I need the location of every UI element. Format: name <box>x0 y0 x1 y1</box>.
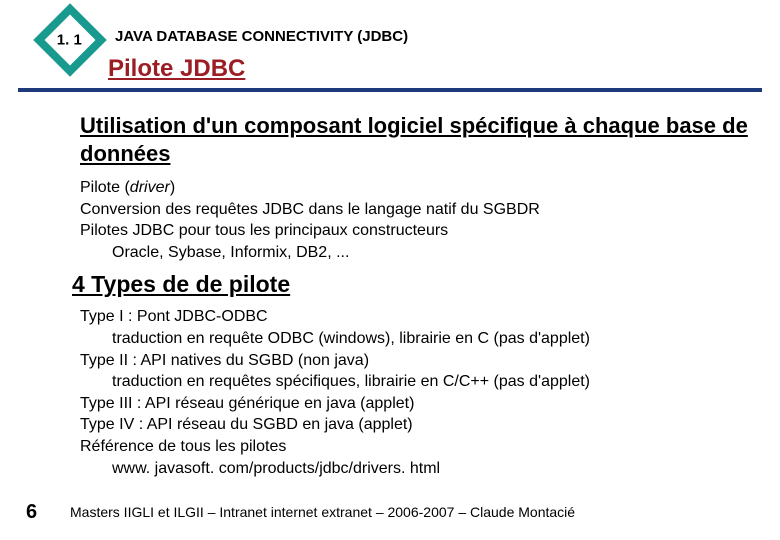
page-number: 6 <box>26 501 37 524</box>
slide-header: 1. 1 JAVA DATABASE CONNECTIVITY (JDBC) P… <box>0 0 780 90</box>
line-type2: Type II : API natives du SGBD (non java) <box>80 350 750 372</box>
txt: Pilote ( <box>80 179 130 196</box>
line-type3: Type III : API réseau générique en java … <box>80 393 750 415</box>
line-reference-url: www. javasoft. com/products/jdbc/drivers… <box>80 458 750 480</box>
section-number: 1. 1 <box>57 32 82 49</box>
line-reference: Référence de tous les pilotes <box>80 436 750 458</box>
header-rule <box>18 88 762 92</box>
line-conversion: Conversion des requêtes JDBC dans le lan… <box>80 199 750 221</box>
slide-title: Pilote JDBC <box>108 55 245 83</box>
footer-text: Masters IIGLI et ILGII – Intranet intern… <box>70 504 575 520</box>
line-vendor-list: Oracle, Sybase, Informix, DB2, ... <box>80 242 750 264</box>
line-type2-desc: traduction en requêtes spécifiques, libr… <box>80 371 750 393</box>
slide-footer: 6 Masters IIGLI et ILGII – Intranet inte… <box>0 500 780 528</box>
line-type4: Type IV : API réseau du SGBD en java (ap… <box>80 414 750 436</box>
line-driver: Pilote (driver) <box>80 177 750 199</box>
line-vendors: Pilotes JDBC pour tous les principaux co… <box>80 220 750 242</box>
txt-italic: driver <box>130 179 170 196</box>
heading-usage: Utilisation d'un composant logiciel spéc… <box>80 112 750 167</box>
heading-types: 4 Types de de pilote <box>72 271 750 298</box>
chapter-title: JAVA DATABASE CONNECTIVITY (JDBC) <box>115 28 408 45</box>
line-type1-desc: traduction en requête ODBC (windows), li… <box>80 328 750 350</box>
slide-content: Utilisation d'un composant logiciel spéc… <box>80 112 750 479</box>
txt: ) <box>170 179 175 196</box>
line-type1: Type I : Pont JDBC-ODBC <box>80 306 750 328</box>
